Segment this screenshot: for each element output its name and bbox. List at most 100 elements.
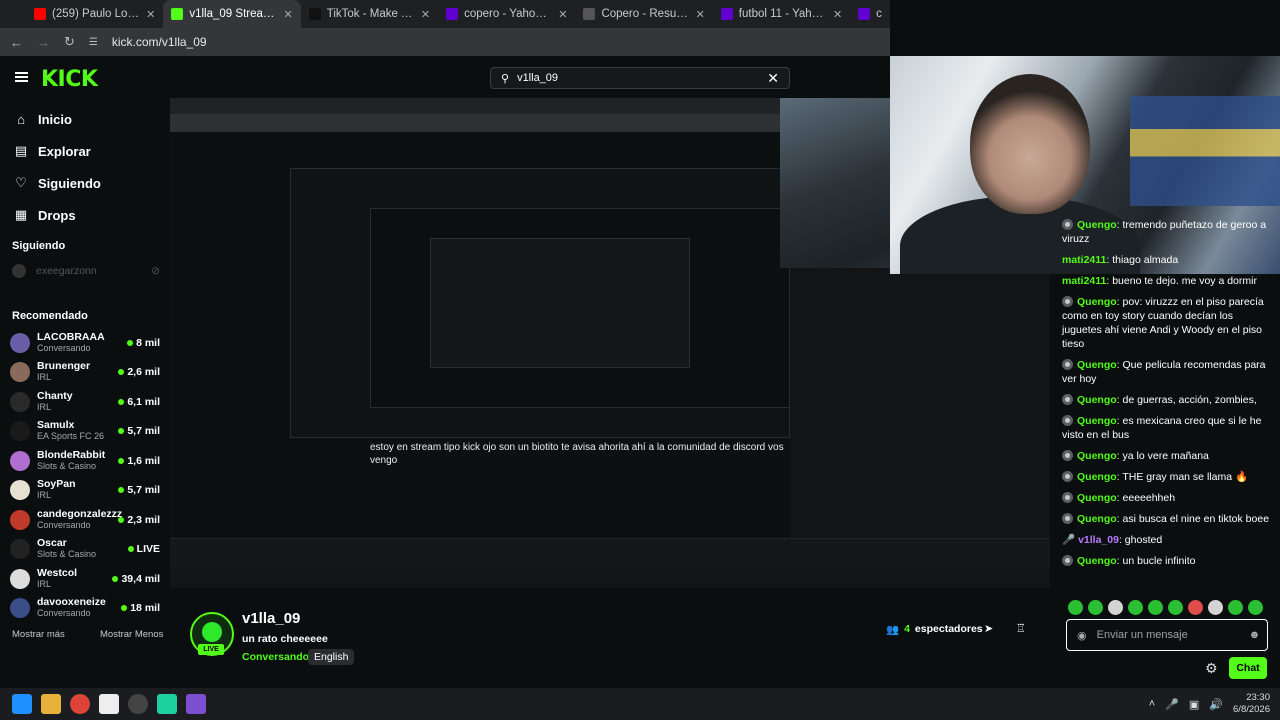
chat-username[interactable]: Quengo <box>1077 555 1117 567</box>
close-icon[interactable]: ✕ <box>767 70 779 87</box>
browser-tab[interactable]: (259) Paulo Londra - Ada✕ <box>26 0 163 28</box>
chat-message: mati2411: bueno te dejo. me voy a dormir <box>1062 275 1257 287</box>
emote-icon[interactable] <box>1208 600 1223 615</box>
chat-username[interactable]: Quengo <box>1077 415 1117 427</box>
recommended-item[interactable]: Westcol IRL 39,4 mil <box>10 564 160 594</box>
follow-icon[interactable]: ♖ <box>1016 622 1026 635</box>
nav-item-drops[interactable]: ▦ Drops <box>14 199 164 231</box>
app-icon[interactable] <box>157 694 177 714</box>
chat-username[interactable]: mati2411 <box>1062 275 1106 287</box>
browser-tab[interactable]: futbol 11 - Yahoo Search✕ <box>713 0 850 28</box>
chat-input-box[interactable]: ◉ ☻ <box>1066 619 1268 651</box>
show-more-link[interactable]: Mostrar más <box>12 629 65 640</box>
chat-input[interactable] <box>1096 629 1239 641</box>
close-tab-icon[interactable]: ✕ <box>558 8 567 21</box>
browser-tab[interactable]: Copero - Resultados, esta✕ <box>575 0 712 28</box>
chevron-up-icon[interactable]: ˄ <box>1149 698 1155 710</box>
chrome-icon[interactable] <box>70 694 90 714</box>
avatar <box>10 568 30 589</box>
clock[interactable]: 23:30 6/8/2026 <box>1233 692 1270 716</box>
chat-username[interactable]: Quengo <box>1077 219 1117 231</box>
gear-icon[interactable]: ⚙ <box>1205 660 1218 677</box>
recommended-item[interactable]: Oscar Slots & Casino LIVE <box>10 535 160 565</box>
emote-icon[interactable]: ◉ <box>1077 629 1087 642</box>
chat-username[interactable]: Quengo <box>1077 394 1117 406</box>
recommended-item[interactable]: BlondeRabbit Slots & Casino 1,6 mil <box>10 446 160 476</box>
share-icon[interactable]: ➤ <box>984 622 993 635</box>
emote-icon[interactable] <box>1148 600 1163 615</box>
recommended-item[interactable]: LACOBRAAA Conversando 8 mil <box>10 328 160 358</box>
emote-icon[interactable] <box>1228 600 1243 615</box>
search-box[interactable]: ⚲ v1lla_09 ✕ <box>490 67 790 89</box>
volume-icon[interactable]: 🔊 <box>1209 698 1223 711</box>
nav-item-siguiendo[interactable]: ♡ Siguiendo <box>14 167 164 199</box>
browser-tab-bar: (259) Paulo Londra - Ada✕v1lla_09 Stream… <box>0 0 890 28</box>
address-bar[interactable]: kick.com/v1lla_09 <box>112 35 207 49</box>
chat-username[interactable]: Quengo <box>1077 296 1117 308</box>
mic-icon[interactable]: 🎤 <box>1165 698 1179 711</box>
emote-icon[interactable] <box>1108 600 1123 615</box>
chat-username[interactable]: Quengo <box>1077 471 1117 483</box>
site-info-icon[interactable]: ☰ <box>89 37 98 48</box>
emote-icon[interactable] <box>1188 600 1203 615</box>
close-tab-icon[interactable]: ✕ <box>284 8 293 21</box>
browser-tab[interactable]: TikTok - Make Your Day✕ <box>301 0 438 28</box>
browser-tab[interactable]: copero - Yahoo Search Tu✕ <box>438 0 575 28</box>
file-explorer-icon[interactable] <box>41 694 61 714</box>
channel-name[interactable]: v1lla_09 <box>242 610 300 627</box>
chat-send-button[interactable]: Chat <box>1229 657 1267 679</box>
chat-username[interactable]: Quengo <box>1077 492 1117 504</box>
close-tab-icon[interactable]: ✕ <box>696 8 705 21</box>
browser-tab[interactable]: che <box>850 0 890 28</box>
recommended-item[interactable]: Brunenger IRL 2,6 mil <box>10 358 160 388</box>
flag <box>1130 96 1280 206</box>
search-input[interactable]: v1lla_09 <box>517 72 558 84</box>
notepad-icon[interactable] <box>99 694 119 714</box>
emote-icon[interactable] <box>1168 600 1183 615</box>
nav-item-inicio[interactable]: ⌂ Inicio <box>14 103 164 135</box>
smiley-icon[interactable]: ☻ <box>1249 629 1261 641</box>
live-dot-icon <box>127 546 134 553</box>
recommended-item[interactable]: candegonzalezzz Conversando 2,3 mil <box>10 505 160 535</box>
following-item[interactable]: exeegarzonn ⊘ <box>12 264 160 278</box>
windows-start-icon[interactable] <box>12 694 32 714</box>
back-icon[interactable]: ← <box>10 35 23 50</box>
recommended-item[interactable]: Samulx EA Sports FC 26 5,7 mil <box>10 417 160 447</box>
streamer-head <box>970 74 1090 214</box>
chat-username[interactable]: Quengo <box>1077 513 1117 525</box>
browser-tab[interactable]: v1lla_09 Stream - Watch L✕ <box>163 0 301 28</box>
close-tab-icon[interactable]: ✕ <box>146 8 155 21</box>
tab-favicon-icon <box>858 8 871 20</box>
live-dot-icon <box>118 428 125 435</box>
close-tab-icon[interactable]: ✕ <box>833 8 842 21</box>
nav-item-explorar[interactable]: ▤ Explorar <box>14 135 164 167</box>
recommended-item[interactable]: SoyPan IRL 5,7 mil <box>10 476 160 506</box>
kick-logo[interactable]: KICK <box>41 67 98 92</box>
chat-username[interactable]: v1lla_09 <box>1078 534 1119 546</box>
chat-username[interactable]: Quengo <box>1077 359 1117 371</box>
chat-username[interactable]: Quengo <box>1077 450 1117 462</box>
close-tab-icon[interactable]: ✕ <box>421 8 430 21</box>
language-tag[interactable]: English <box>308 649 355 665</box>
recommended-item[interactable]: davooxeneize Conversando 18 mil <box>10 594 160 624</box>
emote-icon[interactable] <box>1088 600 1103 615</box>
forward-icon[interactable]: → <box>37 35 50 50</box>
live-dot-icon <box>127 339 134 346</box>
reload-icon[interactable]: ↻ <box>64 34 75 50</box>
chat-username[interactable]: mati2411 <box>1062 254 1106 266</box>
menu-icon[interactable] <box>15 72 28 82</box>
stream-category[interactable]: Conversando <box>242 651 309 663</box>
emote-icon[interactable] <box>1068 600 1083 615</box>
discord-icon[interactable] <box>186 694 206 714</box>
obs-icon[interactable] <box>128 694 148 714</box>
emote-icon[interactable] <box>1128 600 1143 615</box>
chat-text: ya lo vere mañana <box>1122 450 1209 462</box>
kick-app: KICK ⌂ Inicio ▤ Explorar ♡ Siguiendo ▦ Drops… <box>0 56 1280 688</box>
emote-icon[interactable] <box>1248 600 1263 615</box>
recommended-item[interactable]: Chanty IRL 6,1 mil <box>10 387 160 417</box>
network-icon[interactable]: ▣ <box>1189 698 1199 711</box>
chat-message: Quengo: asi busca el nine en tiktok boee <box>1062 512 1274 526</box>
tab-favicon-icon <box>308 8 321 20</box>
following-title: Siguiendo <box>12 240 66 252</box>
show-less-link[interactable]: Mostrar Menos <box>100 629 163 640</box>
